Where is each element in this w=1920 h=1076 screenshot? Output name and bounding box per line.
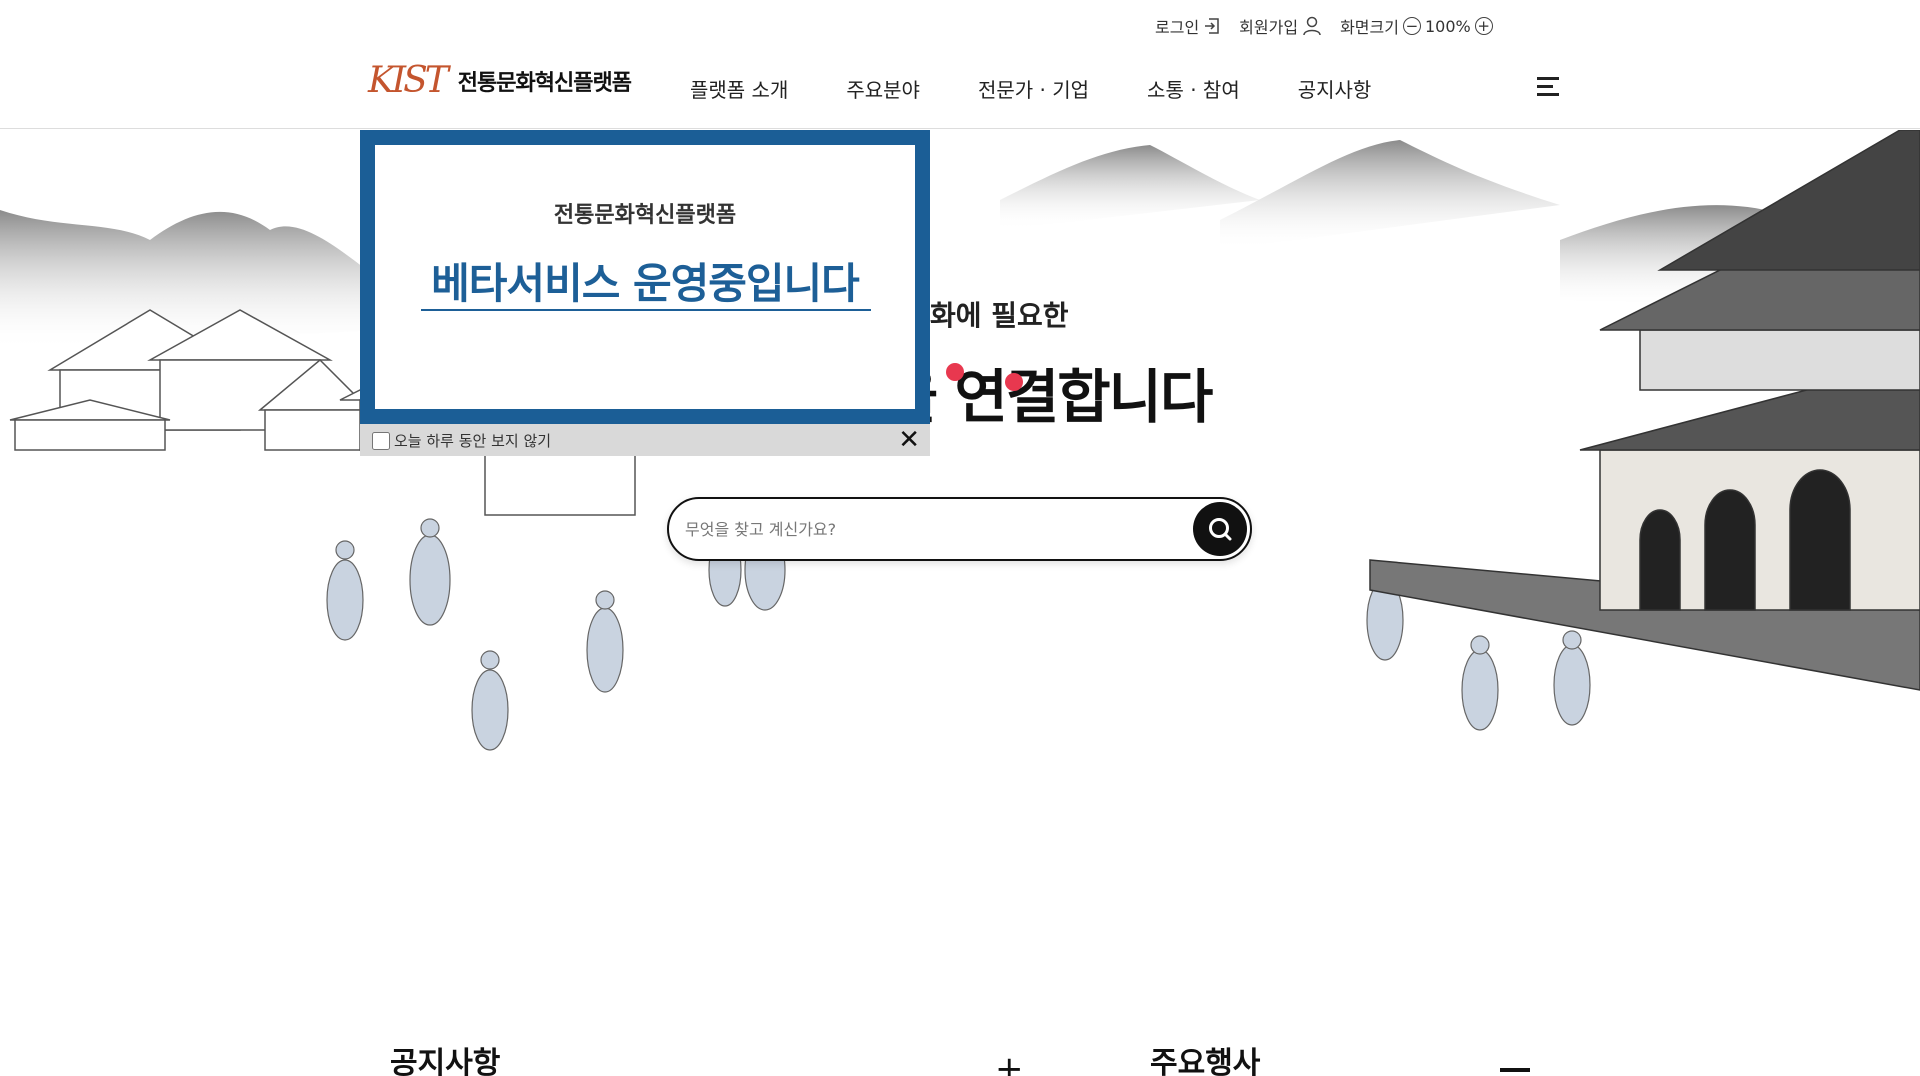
nav-item-fields[interactable]: 주요분야 [846, 74, 920, 103]
signup-label: 회원가입 [1239, 18, 1299, 37]
main-nav: 플랫폼 소개 주요분야 전문가 · 기업 소통 · 참여 공지사항 [690, 74, 1429, 103]
hamburger-menu-icon[interactable] [1537, 77, 1561, 97]
popup-footer: 오늘 하루 동안 보지 않기 ✕ [360, 424, 930, 456]
zoom-value: 100% [1424, 16, 1471, 36]
zoom-in-button[interactable]: + [1474, 17, 1493, 35]
zoom-control: 화면크기 − 100% + [1340, 14, 1497, 38]
search-input[interactable] [685, 499, 1165, 559]
events-toggle-button[interactable] [1500, 1068, 1530, 1072]
beta-notice-popup: 전통문화혁신플랫폼 베타서비스 운영중입니다 오늘 하루 동안 보지 않기 ✕ [360, 130, 930, 456]
nav-item-community[interactable]: 소통 · 참여 [1147, 74, 1240, 103]
dismiss-today-label: 오늘 하루 동안 보지 않기 [394, 432, 552, 450]
popup-big-title: 베타서비스 운영중입니다 [431, 259, 860, 308]
hero-section: 화에 필요한 을 연결합니다 [0, 130, 1920, 960]
utility-bar: 로그인 회원가입 화면크기 − 100% + [1155, 14, 1497, 38]
nav-item-experts[interactable]: 전문가 · 기업 [978, 74, 1089, 103]
zoom-label: 화면크기 [1340, 18, 1399, 37]
accent-dot [1005, 373, 1023, 391]
site-header: KIST 전통문화혁신플랫폼 플랫폼 소개 주요분야 전문가 · 기업 소통 ·… [0, 40, 1920, 129]
events-section-title: 주요행사 [1150, 1046, 1261, 1076]
search-button[interactable] [1193, 502, 1247, 556]
login-icon [1205, 18, 1219, 34]
notice-section-title: 공지사항 [390, 1046, 501, 1076]
logo-mark: KIST [368, 60, 449, 101]
login-link[interactable]: 로그인 [1155, 14, 1221, 38]
accent-dot [946, 363, 964, 381]
zoom-out-button[interactable]: − [1402, 17, 1421, 35]
hero-subtitle: 화에 필요한 [930, 299, 1069, 332]
nav-item-platform-intro[interactable]: 플랫폼 소개 [690, 74, 788, 103]
hero-title: 을 연결합니다 [885, 363, 1213, 431]
close-icon[interactable]: ✕ [898, 425, 920, 455]
login-label: 로그인 [1155, 18, 1200, 37]
search-bar [667, 497, 1252, 561]
notice-more-button[interactable]: + [995, 1052, 1024, 1076]
dismiss-today-option[interactable]: 오늘 하루 동안 보지 않기 [372, 430, 551, 451]
popup-content: 전통문화혁신플랫폼 베타서비스 운영중입니다 [360, 130, 930, 424]
popup-small-title: 전통문화혁신플랫폼 [553, 203, 737, 228]
dismiss-today-checkbox[interactable] [372, 431, 390, 450]
popup-underline [421, 309, 871, 311]
user-icon [1303, 16, 1321, 36]
signup-link[interactable]: 회원가입 [1239, 14, 1322, 38]
nav-item-notice[interactable]: 공지사항 [1298, 74, 1372, 103]
logo-text: 전통문화혁신플랫폼 [457, 70, 632, 96]
search-icon [1209, 518, 1232, 541]
site-logo[interactable]: KIST 전통문화혁신플랫폼 [368, 60, 632, 101]
